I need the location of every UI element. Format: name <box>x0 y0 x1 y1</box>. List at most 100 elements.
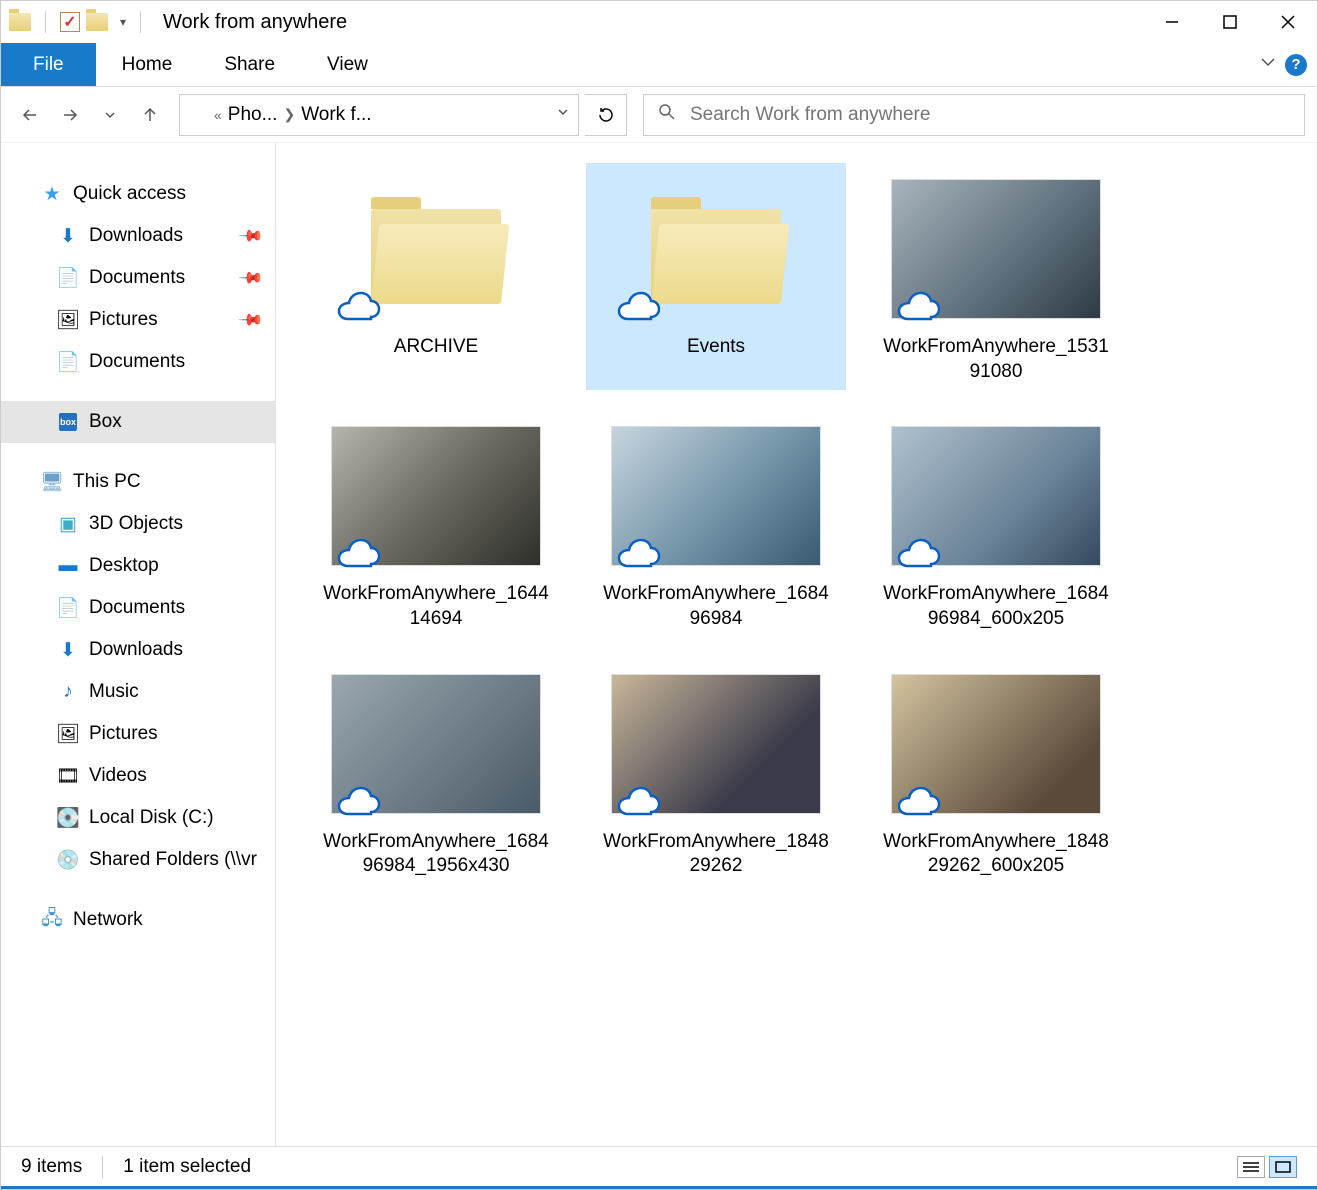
help-button[interactable]: ? <box>1285 54 1307 76</box>
network-icon: 🖧 <box>41 909 63 931</box>
back-button[interactable] <box>13 98 47 132</box>
ribbon-expand-icon[interactable] <box>1259 53 1277 76</box>
folder-icon <box>188 107 208 123</box>
file-item[interactable]: WorkFromAnywhere_168496984_600x205 <box>866 410 1126 637</box>
file-item[interactable]: ARCHIVE <box>306 163 566 390</box>
item-count: 9 items <box>21 1156 82 1178</box>
cloud-icon <box>615 289 663 325</box>
sidebar-item-documents[interactable]: 📄Documents📌 <box>1 257 275 299</box>
nav-bar: « Pho... ❯ Work f... <box>1 87 1317 143</box>
details-view-button[interactable] <box>1237 1156 1265 1178</box>
file-item[interactable]: WorkFromAnywhere_184829262_600x205 <box>866 658 1126 885</box>
qat-dropdown-icon[interactable]: ▾ <box>120 15 126 29</box>
pictures-icon: 🖼 <box>57 309 79 331</box>
search-box[interactable] <box>643 94 1305 136</box>
selection-count: 1 item selected <box>123 1156 251 1178</box>
file-name: WorkFromAnywhere_168496984 <box>601 582 831 631</box>
sidebar-item-downloads[interactable]: ⬇Downloads📌 <box>1 215 275 257</box>
sidebar-item-3d-objects[interactable]: ▣ 3D Objects <box>1 503 275 545</box>
document-icon: 📄 <box>57 351 79 373</box>
download-icon: ⬇ <box>57 225 79 247</box>
sidebar-item-label: Quick access <box>73 183 186 205</box>
sidebar-item-label: Downloads <box>89 639 183 661</box>
breadcrumb-segment[interactable]: Work f... <box>301 104 371 126</box>
sidebar-item-shared[interactable]: 💿Shared Folders (\\vr <box>1 839 275 881</box>
file-list[interactable]: ARCHIVE Events WorkFromAnywhere_153191080 W… <box>276 143 1317 1146</box>
tab-home[interactable]: Home <box>96 43 199 86</box>
cloud-icon <box>615 536 663 572</box>
title-bar: ✓ ▾ Work from anywhere <box>1 1 1317 43</box>
sidebar-item-quick-access[interactable]: ★Quick access <box>1 173 275 215</box>
sidebar-item-label: 3D Objects <box>89 513 183 535</box>
sidebar-item-pictures[interactable]: 🖼 Pictures <box>1 713 275 755</box>
ribbon: File Home Share View ? <box>1 43 1317 87</box>
file-name: ARCHIVE <box>394 335 478 360</box>
refresh-button[interactable] <box>585 94 627 136</box>
file-item[interactable]: WorkFromAnywhere_168496984 <box>586 410 846 637</box>
sidebar-item-downloads[interactable]: ⬇Downloads <box>1 629 275 671</box>
sidebar-item-label: Pictures <box>89 723 158 745</box>
sidebar-item-music[interactable]: ♪Music <box>1 671 275 713</box>
file-item[interactable]: Events <box>586 163 846 390</box>
file-name: WorkFromAnywhere_164414694 <box>321 582 551 631</box>
pictures-icon: 🖼 <box>57 723 79 745</box>
cube-icon: ▣ <box>57 513 79 535</box>
sidebar-item-label: Documents <box>89 267 185 289</box>
folder-icon <box>366 194 506 304</box>
file-item[interactable]: WorkFromAnywhere_168496984_1956x430 <box>306 658 566 885</box>
address-bar[interactable]: « Pho... ❯ Work f... <box>179 94 579 136</box>
sidebar-item-label: Box <box>89 411 122 433</box>
file-item[interactable]: WorkFromAnywhere_164414694 <box>306 410 566 637</box>
sidebar-item-label: This PC <box>73 471 141 493</box>
videos-icon: 🎞 <box>57 765 79 787</box>
recent-dropdown-icon[interactable] <box>93 98 127 132</box>
music-icon: ♪ <box>57 681 79 703</box>
file-name: WorkFromAnywhere_168496984_600x205 <box>881 582 1111 631</box>
tab-view[interactable]: View <box>301 43 394 86</box>
breadcrumb-arrow-icon: « <box>214 107 222 123</box>
maximize-button[interactable] <box>1201 1 1259 43</box>
chevron-right-icon[interactable]: ❯ <box>283 106 295 123</box>
sidebar-item-label: Network <box>73 909 143 931</box>
window-title: Work from anywhere <box>163 11 347 34</box>
breadcrumb-segment[interactable]: Pho... <box>228 104 278 126</box>
sidebar-item-label: Desktop <box>89 555 159 577</box>
sidebar-item-this-pc[interactable]: 🖥 This PC <box>1 461 275 503</box>
cloud-icon <box>335 784 383 820</box>
sidebar-item-label: Documents <box>89 351 185 373</box>
sidebar-item-pictures[interactable]: 🖼Pictures📌 <box>1 299 275 341</box>
close-button[interactable] <box>1259 1 1317 43</box>
sidebar-item-videos[interactable]: 🎞Videos <box>1 755 275 797</box>
sidebar-item-network[interactable]: 🖧 Network <box>1 899 275 941</box>
document-icon: 📄 <box>57 597 79 619</box>
sidebar-item-documents[interactable]: 📄 Documents <box>1 341 275 383</box>
folder-icon[interactable] <box>86 13 108 31</box>
pin-icon: 📌 <box>237 222 265 250</box>
forward-button[interactable] <box>53 98 87 132</box>
search-input[interactable] <box>690 104 1290 126</box>
properties-icon[interactable]: ✓ <box>60 12 80 32</box>
minimize-button[interactable] <box>1143 1 1201 43</box>
tab-share[interactable]: Share <box>198 43 301 86</box>
cloud-icon <box>895 784 943 820</box>
status-bar: 9 items 1 item selected <box>1 1146 1317 1186</box>
pin-icon: 📌 <box>237 264 265 292</box>
desktop-icon: ▬ <box>57 555 79 577</box>
tab-file[interactable]: File <box>1 43 96 86</box>
file-item[interactable]: WorkFromAnywhere_153191080 <box>866 163 1126 390</box>
up-button[interactable] <box>133 98 167 132</box>
sidebar-item-label: Pictures <box>89 309 158 331</box>
file-item[interactable]: WorkFromAnywhere_184829262 <box>586 658 846 885</box>
file-name: WorkFromAnywhere_153191080 <box>881 335 1111 384</box>
address-dropdown-icon[interactable] <box>556 105 570 124</box>
sidebar-item-box[interactable]: boxBox <box>1 401 275 443</box>
pc-icon: 🖥 <box>41 471 63 493</box>
sidebar-item-label: Documents <box>89 597 185 619</box>
sidebar-item-documents[interactable]: 📄 Documents <box>1 587 275 629</box>
sidebar-item-local-disk[interactable]: 💽Local Disk (C:) <box>1 797 275 839</box>
file-name: Events <box>687 335 745 360</box>
file-name: WorkFromAnywhere_184829262_600x205 <box>881 830 1111 879</box>
sidebar-item-desktop[interactable]: ▬ Desktop <box>1 545 275 587</box>
quick-launch: ✓ ▾ <box>9 11 149 33</box>
thumbnails-view-button[interactable] <box>1269 1156 1297 1178</box>
